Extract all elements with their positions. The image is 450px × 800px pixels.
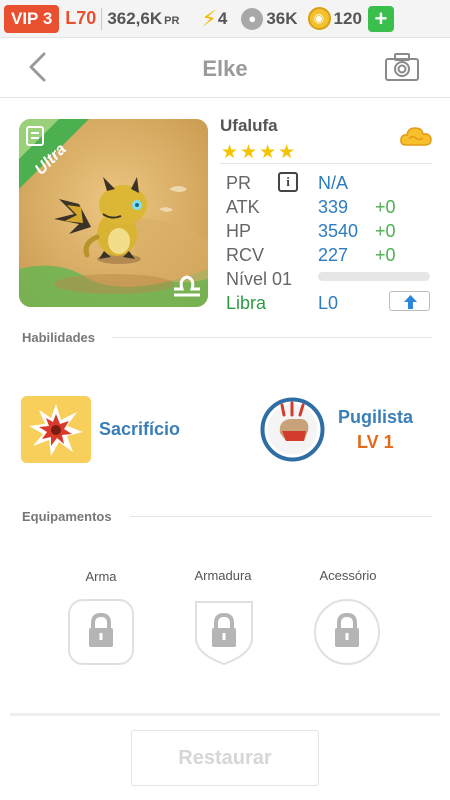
coin-icon: ◉ [307, 7, 331, 30]
boxing-glove-icon[interactable] [260, 397, 325, 462]
weapon-slot[interactable] [67, 598, 135, 666]
coin-counter[interactable]: ◉ 120 [307, 7, 362, 30]
stat-value-rcv: 227 [318, 245, 349, 265]
vip-badge[interactable]: VIP 3 [4, 4, 60, 33]
paw-icon: ● [241, 7, 264, 30]
divider [10, 713, 440, 716]
pr-value: 362,6K [107, 8, 163, 28]
explosion-icon [21, 396, 91, 463]
pet-portrait-card[interactable]: Ultra [19, 119, 208, 307]
lock-icon [195, 601, 253, 666]
player-level: L70 [65, 8, 97, 28]
level-label: Nível 01 [226, 269, 293, 289]
zodiac-sign: Libra [226, 293, 267, 313]
stat-value-atk: 339 [318, 197, 349, 217]
section-title-skills: Habilidades [22, 330, 95, 345]
arrow-up-icon [404, 295, 417, 309]
info-icon[interactable]: i [278, 172, 298, 192]
lock-icon [68, 599, 134, 665]
experience-bar [318, 272, 430, 281]
camera-icon[interactable] [384, 52, 420, 82]
active-skill-name[interactable]: Sacrifício [99, 419, 180, 440]
pet-star-rating: ★★★★ [221, 142, 298, 163]
stat-label-atk: ATK [226, 197, 260, 217]
upgrade-sign-button[interactable] [389, 291, 430, 311]
coin-value: 120 [333, 8, 362, 28]
sign-level: L0 [318, 293, 339, 313]
divider [112, 337, 432, 338]
page-title: Elke [202, 56, 248, 81]
energy-value: 4 [217, 8, 228, 28]
divider [101, 7, 103, 30]
pet-name: Ufalufa [220, 116, 278, 135]
divider [220, 163, 432, 164]
section-title-equipment: Equipamentos [22, 509, 112, 524]
energy-counter[interactable]: ⚡ 4 [201, 6, 227, 32]
stat-bonus-hp: +0 [375, 221, 396, 241]
status-bar: VIP 3 L70 362,6K PR ⚡ 4 ● 36K ◉ 120 + [0, 0, 450, 38]
equip-label-accessory: Acessório [319, 568, 377, 583]
stat-label-pr: PR [226, 173, 252, 193]
player-power: 362,6K PR [107, 9, 179, 29]
accessory-slot[interactable] [313, 598, 381, 666]
stat-value-pr: N/A [318, 173, 349, 193]
armor-slot[interactable] [190, 598, 258, 666]
cloud-icon [400, 127, 432, 146]
add-coins-button[interactable]: + [367, 5, 394, 32]
equip-label-weapon: Arma [85, 569, 117, 584]
stat-label-hp: HP [226, 221, 252, 241]
stat-label-rcv: RCV [226, 245, 265, 265]
divider [130, 516, 432, 517]
paw-counter[interactable]: ● 36K [241, 7, 298, 30]
lock-icon [314, 599, 380, 665]
equip-label-armor: Armadura [194, 568, 252, 583]
passive-skill-badge [260, 397, 325, 462]
page-header: Elke [0, 38, 450, 98]
stat-bonus-atk: +0 [375, 197, 396, 217]
stat-bonus-rcv: +0 [375, 245, 396, 265]
lightning-bolt-icon: ⚡ [201, 5, 217, 31]
libra-icon [174, 275, 200, 297]
passive-skill-level: LV 1 [357, 432, 394, 452]
paw-value: 36K [266, 8, 298, 28]
restore-button[interactable]: Restaurar [131, 730, 319, 786]
sacrifice-skill-icon[interactable] [21, 396, 91, 463]
pr-unit: PR [164, 14, 180, 27]
stat-value-hp: 3540 [318, 221, 359, 241]
passive-skill-name[interactable]: Pugilista [338, 407, 413, 428]
